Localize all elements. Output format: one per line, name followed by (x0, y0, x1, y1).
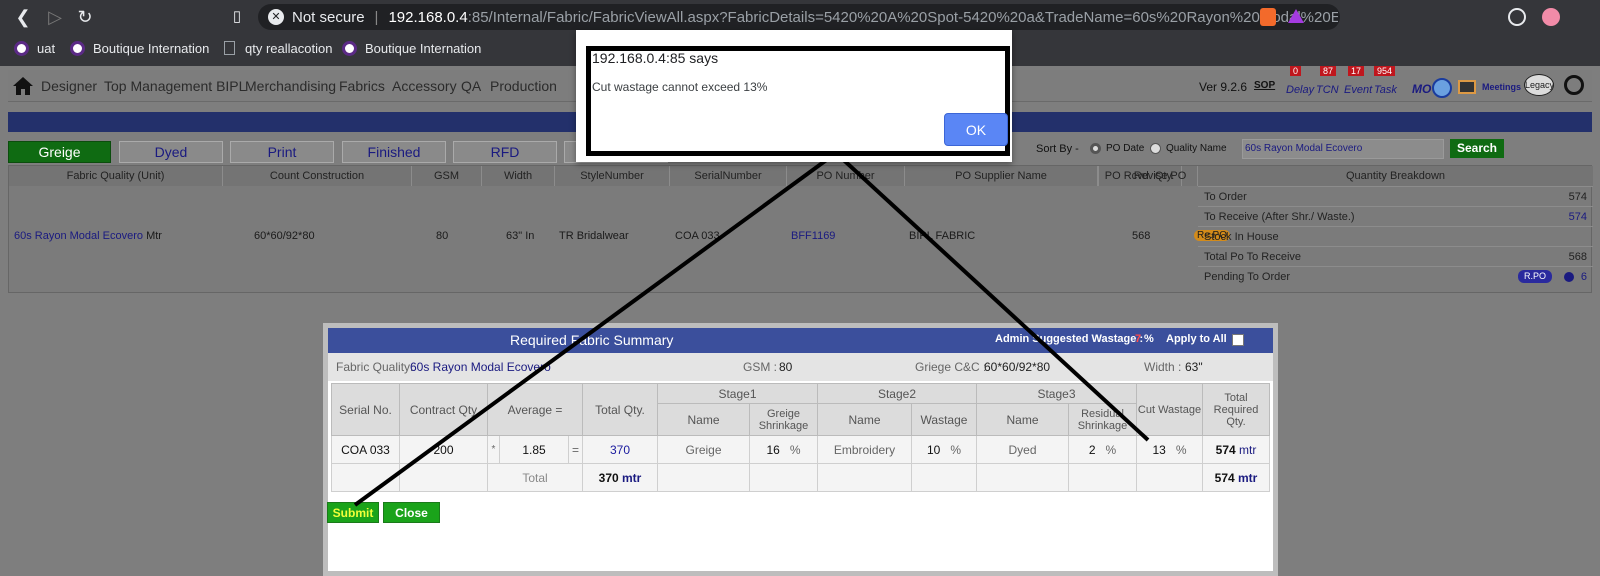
annotation-line-submit (353, 151, 838, 507)
alert-title: 192.168.0.4:85 says (592, 50, 719, 66)
alert-message: Cut wastage cannot exceed 13% (592, 80, 768, 94)
ok-button[interactable]: OK (944, 113, 1008, 146)
annotation-line-cut-wastage (834, 151, 1150, 442)
